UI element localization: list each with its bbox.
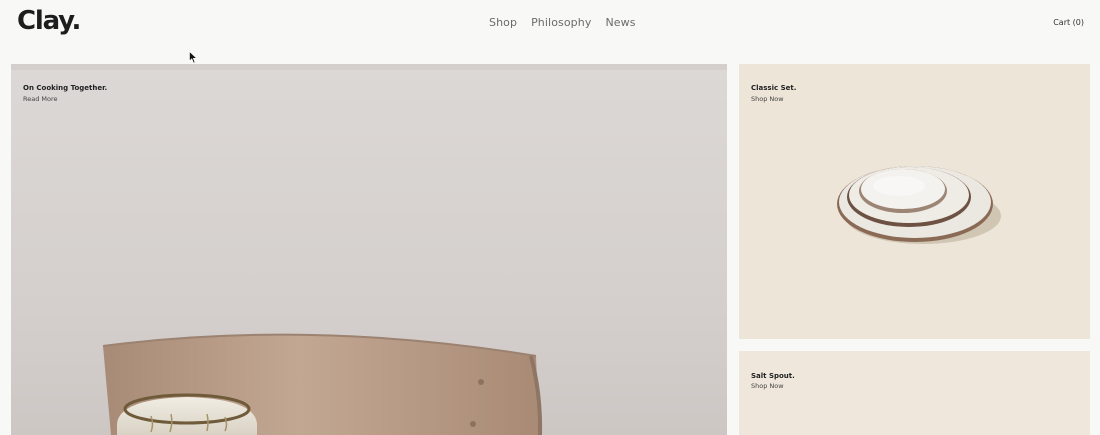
- cart-link[interactable]: Cart (0): [1053, 18, 1084, 27]
- main-nav: Shop Philosophy News: [489, 16, 636, 29]
- product-card-salt-spout[interactable]: Salt Spout. Shop Now: [739, 351, 1090, 435]
- card-title: Classic Set.: [751, 84, 797, 92]
- read-more-link[interactable]: Read More: [23, 95, 58, 103]
- nav-news[interactable]: News: [605, 16, 635, 29]
- nav-philosophy[interactable]: Philosophy: [531, 16, 591, 29]
- shop-now-link[interactable]: Shop Now: [751, 95, 784, 103]
- hero-card-cooking[interactable]: On Cooking Together. Read More: [11, 64, 727, 435]
- shop-now-link[interactable]: Shop Now: [751, 382, 784, 390]
- mouse-cursor-icon: [189, 51, 198, 64]
- plates-image: [837, 166, 1001, 244]
- logo[interactable]: Clay.: [17, 6, 81, 36]
- card-title: Salt Spout.: [751, 372, 795, 380]
- site-header: Clay. Shop Philosophy News Cart (0): [0, 0, 1100, 58]
- product-card-classic-set[interactable]: Classic Set. Shop Now: [739, 64, 1090, 339]
- card-title: On Cooking Together.: [23, 84, 108, 92]
- nav-shop[interactable]: Shop: [489, 16, 517, 29]
- hero-image: [11, 64, 727, 435]
